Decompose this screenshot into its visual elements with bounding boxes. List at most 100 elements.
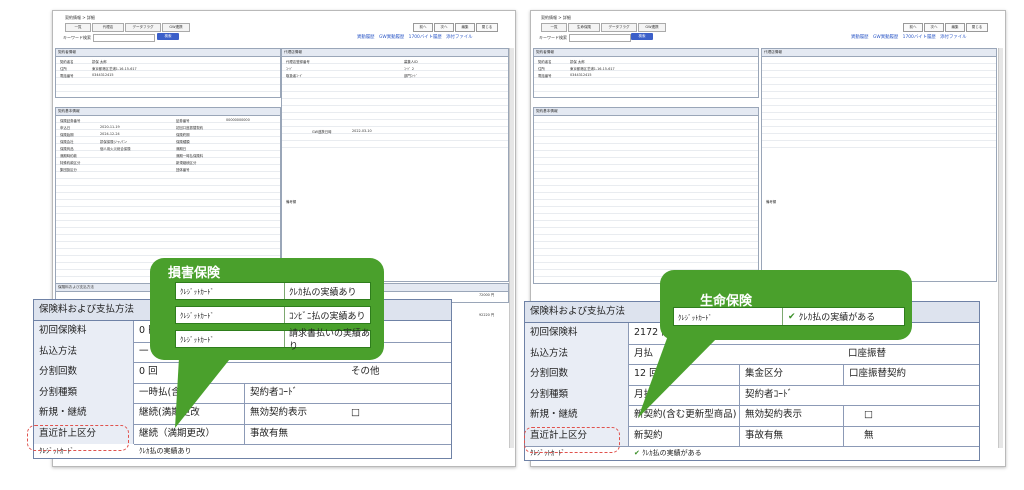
field-label: 新規継続区分 [176,161,197,165]
field-label: 契約者ｺｰﾄﾞ [739,384,843,405]
keyword-label: キーワード検索 [63,35,91,40]
field-label: 新規・継続 [34,403,134,424]
next-button[interactable]: 次へ [924,23,944,32]
tab-data-flag[interactable]: データフラグ [601,23,637,32]
field-label: 電話番号 [60,74,74,78]
grid-lines [282,57,508,151]
highlight-credit-card [27,425,129,451]
field-label: 集団扱区分 [60,168,77,172]
field-value: 2024-12-24 [100,132,120,136]
field-label: 満期一時払保険料 [176,154,204,158]
edit-button[interactable]: 編集 [945,23,965,32]
field-value: 損保保険ジャパン [100,140,128,144]
keyword-input[interactable] [93,34,155,42]
field-label: 払込方法 [34,341,134,362]
history-links[interactable]: 異動履歴 GW異動履歴 1700バイト履歴 添付ファイル [357,34,473,40]
table-row: 払込方法 月払 口座振替 [525,343,979,365]
field-label: 保険証券番号 [60,119,81,123]
option-value: ｺﾝﾋﾞﾆ払の実績あり [289,311,366,322]
callout-option: ｸﾚｼﾞｯﾄｶｰﾄﾞ ✔ ｸﾚｶ払の実績がある [673,307,905,326]
field-value: 口座振替 [848,347,887,359]
field-label: 新規・継続 [525,405,629,426]
next-button[interactable]: 次へ [434,23,454,32]
memo-label: 備考欄 [766,200,777,204]
contractor-panel: 契約者情報 契約者名 損保 太郎 住所 東京都港区芝浦1-16-15-617 電… [55,48,281,98]
field-value: 損保 太郎 [570,60,585,64]
tab-agency[interactable]: 代理店 [92,23,124,32]
section-header: 代理店情報 [282,49,508,57]
callout-pointer [175,340,245,428]
table-row: 新規・継続 新契約(含む更新型商品) 無効契約表示 □ [525,405,979,427]
field-label: 部門ｺｰﾄﾞ [404,74,418,78]
agency-panel: 代理店情報 代理店登録番号 募集人ID ｺｰﾄﾞ ｺｰﾄﾞ 2 取扱者ｺｰﾄﾞ … [281,48,509,282]
amount-value: 92220 円 [479,313,495,317]
prev-button[interactable]: 前へ [413,23,433,32]
field-label: 集金区分 [739,364,843,385]
callout-option: ｸﾚｼﾞｯﾄｶｰﾄﾞ ｸﾚｶ払の実績あり [175,282,371,300]
section-header: 契約者情報 [534,49,758,57]
field-label: 住所 [60,67,67,71]
highlight-credit-card [524,427,620,453]
field-label: 契約者名 [60,60,74,64]
gw-date-label: GW連携日時 [312,130,332,134]
callout-title: 損害保険 [168,266,221,281]
field-value: 無 [843,425,977,446]
field-label: 初回保険料 [525,323,629,344]
search-button[interactable]: 検索 [157,33,179,40]
field-label: 初回口座振替契約 [176,126,204,130]
option-label: ｸﾚｼﾞｯﾄｶｰﾄﾞ [180,336,214,344]
amount-value: 72000 円 [479,293,495,297]
table-row: 分割種類 月払 契約者ｺｰﾄﾞ [525,384,979,406]
field-label: 募集人ID [404,60,418,64]
callout-pointer [638,330,725,418]
scrollbar[interactable] [509,48,514,448]
scrollbar[interactable] [998,48,1003,448]
field-label: 取扱者ｺｰﾄﾞ [286,74,303,78]
field-value: その他 [351,366,380,377]
field-label: 初回保険料 [34,321,134,342]
invalid-contract-checkbox[interactable]: □ [843,405,977,426]
section-header: 契約基本情報 [534,108,758,116]
field-label: 保険種類 [176,140,190,144]
field-value: 損保 太郎 [92,60,107,64]
field-label: 満期日 [176,147,187,151]
keyword-input[interactable] [569,34,631,42]
table-row: 分割回数 12 回 集金区分 口座振替契約 [525,364,979,386]
tab-list[interactable]: 一覧 [541,23,567,32]
field-value: 東京都港区芝浦1-16-15-617 [570,67,615,71]
tab-gw[interactable]: GW連携 [638,23,666,32]
field-label: 住所 [538,67,545,71]
field-label: 契約者名 [538,60,552,64]
field-value: 新契約 [634,429,663,441]
field-label: 分割種類 [525,384,629,405]
field-label: 証券番号 [176,119,190,123]
field-label: 特殊約款区分 [60,161,81,165]
check-icon: ✔ [788,311,799,322]
agency-panel: 代理店情報 備考欄 [761,48,997,282]
tab-life[interactable]: 生命保険 [568,23,600,32]
prev-button[interactable]: 前へ [903,23,923,32]
grid-lines [534,116,758,283]
tab-list[interactable]: 一覧 [65,23,91,32]
callout-option: ｸﾚｼﾞｯﾄｶｰﾄﾞ ｺﾝﾋﾞﾆ払の実績あり [175,306,371,324]
credit-card-value: ｸﾚｶ払の実績あり [139,447,192,455]
callout-option: ｸﾚｼﾞｯﾄｶｰﾄﾞ 請求書払いの実績あり [175,329,371,352]
tab-gw[interactable]: GW連携 [162,23,190,32]
field-label: 分割回数 [525,364,629,385]
memo-label: 備考欄 [286,200,297,204]
field-label: 申込日 [60,126,71,130]
keyword-label: キーワード検索 [539,35,567,40]
close-button[interactable]: 閉じる [476,23,498,32]
field-label: 団体番号 [176,168,190,172]
close-button[interactable]: 閉じる [966,23,988,32]
invalid-contract-checkbox[interactable]: □ [346,403,446,424]
contract-basic-panel: 契約基本情報 [533,107,759,284]
field-value: 口座振替契約 [843,364,977,385]
field-value: 00000000000 [226,118,250,122]
field-label: 保険始期 [60,133,74,137]
search-button[interactable]: 検索 [631,33,653,40]
history-links[interactable]: 異動履歴 GW異動履歴 1700バイト履歴 添付ファイル [851,34,967,40]
tab-data-flag[interactable]: データフラグ [125,23,161,32]
option-value: ｸﾚｶ払の実績あり [289,287,357,298]
edit-button[interactable]: 編集 [455,23,475,32]
